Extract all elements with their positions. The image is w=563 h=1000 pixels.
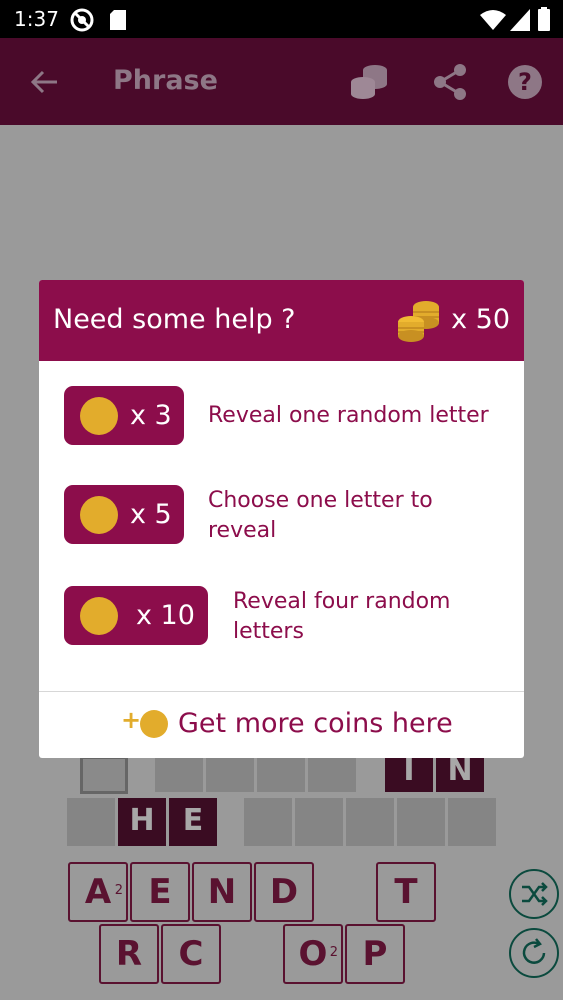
board-cell-selected[interactable] <box>80 756 128 794</box>
letter-tile-count: 2 <box>114 883 123 898</box>
letter-tile-letter: N <box>207 872 237 912</box>
cell-signal-icon <box>510 9 530 31</box>
letter-tile-letter: A <box>84 872 112 912</box>
help-dialog: Need some help ? x 50 x 3 Reveal one ran… <box>39 280 524 758</box>
hint-option-choose-letter[interactable]: x 5 Choose one letter to reveal <box>39 483 524 553</box>
letter-tile[interactable]: C <box>161 924 221 984</box>
coin-stack-icon <box>398 301 439 342</box>
help-icon[interactable]: ? <box>508 65 542 99</box>
letter-tile[interactable]: A 2 <box>68 862 128 922</box>
board-cell[interactable] <box>308 756 356 792</box>
board-cell[interactable] <box>67 798 115 846</box>
letter-tile[interactable]: O 2 <box>283 924 343 984</box>
letter-tile-letter: R <box>115 934 143 974</box>
board-cell[interactable] <box>206 756 254 792</box>
hint-cost: x 10 <box>136 600 195 631</box>
letter-tile-letter: T <box>394 872 418 912</box>
page-title: Phrase <box>113 65 218 96</box>
letter-tile[interactable]: T <box>376 862 436 922</box>
battery-icon <box>538 7 550 31</box>
hint-cost-button[interactable]: x 5 <box>64 485 184 544</box>
hint-cost: x 3 <box>130 400 172 431</box>
board-cell[interactable] <box>295 798 343 846</box>
refresh-icon <box>522 938 546 964</box>
hint-cost: x 5 <box>130 499 172 530</box>
letter-tile[interactable]: N <box>192 862 252 922</box>
letter-tile[interactable]: P <box>345 924 405 984</box>
board-cell-revealed: E <box>169 798 217 846</box>
coin-icon <box>80 496 118 534</box>
letter-tile[interactable]: D <box>254 862 314 922</box>
coin-icon <box>140 710 168 738</box>
hint-cost-button[interactable]: x 10 <box>64 586 208 645</box>
get-more-coins-button[interactable]: + Get more coins here <box>39 692 524 758</box>
coin-icon <box>80 597 118 635</box>
plus-icon: + <box>121 706 142 734</box>
hint-label: Reveal one random letter <box>208 403 489 428</box>
coin-balance: x 50 <box>451 304 510 335</box>
board-cell[interactable] <box>257 756 305 792</box>
share-icon[interactable] <box>433 63 467 101</box>
hint-label: Choose one letter to reveal <box>208 488 433 543</box>
letter-tile-letter: O <box>298 934 328 974</box>
shuffle-icon <box>522 882 548 906</box>
app-bar: Phrase ? <box>0 38 563 125</box>
status-bar: 1:37 <box>0 0 563 38</box>
letter-tile[interactable]: E <box>130 862 190 922</box>
svg-text:?: ? <box>518 68 532 96</box>
board-cell[interactable] <box>448 798 496 846</box>
letter-tile-letter: D <box>269 872 299 912</box>
back-arrow-icon[interactable] <box>30 69 58 95</box>
letter-tile-letter: C <box>178 934 204 974</box>
sd-card-icon <box>110 10 126 30</box>
coins-icon[interactable] <box>349 62 389 100</box>
letter-tile[interactable]: R <box>99 924 159 984</box>
letter-tile-letter: E <box>148 872 172 912</box>
letter-tile-letter: P <box>362 934 388 974</box>
dialog-header: Need some help ? x 50 <box>39 280 524 361</box>
hint-option-reveal-random[interactable]: x 3 Reveal one random letter <box>39 384 524 454</box>
board-cell-revealed: H <box>118 798 166 846</box>
hint-label: Reveal four random letters <box>233 589 451 644</box>
dialog-title: Need some help ? <box>53 304 296 335</box>
shuffle-button[interactable] <box>509 869 559 919</box>
board-cell-revealed: I <box>385 756 433 792</box>
board-cell[interactable] <box>155 756 203 792</box>
board-cell[interactable] <box>346 798 394 846</box>
get-more-coins-label: Get more coins here <box>178 708 453 739</box>
wifi-icon <box>480 10 506 30</box>
hint-option-reveal-four[interactable]: x 10 Reveal four random letters <box>39 584 524 654</box>
reset-button[interactable] <box>509 928 559 978</box>
board-cell[interactable] <box>397 798 445 846</box>
board-cell-revealed: N <box>436 756 484 792</box>
status-time: 1:37 <box>14 7 59 31</box>
board-cell[interactable] <box>244 798 292 846</box>
letter-tile-count: 2 <box>329 945 338 960</box>
hint-cost-button[interactable]: x 3 <box>64 386 184 445</box>
coin-icon <box>80 397 118 435</box>
do-not-disturb-icon <box>70 8 94 32</box>
